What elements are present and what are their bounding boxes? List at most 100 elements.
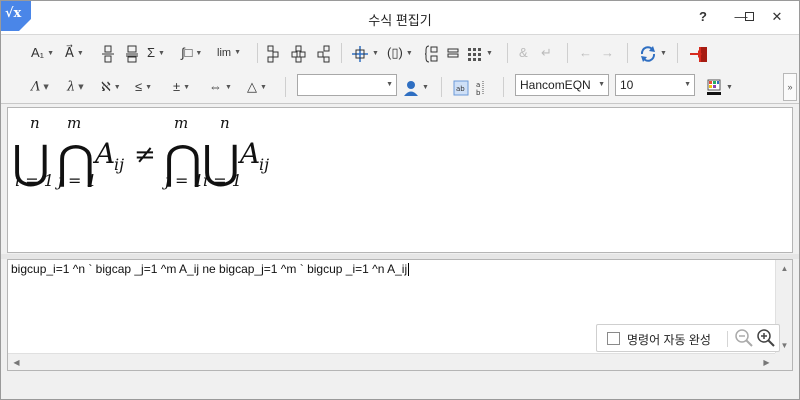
misc-symbol-button[interactable]: △ ▼: [247, 75, 267, 99]
stack-button[interactable]: [125, 41, 139, 65]
superscript-n: n: [30, 114, 40, 132]
newline-button[interactable]: ↵: [541, 41, 552, 65]
svg-text:a: a: [476, 81, 480, 89]
matrix-icon: [468, 47, 481, 61]
script-editor[interactable]: bigcup_i=1 ^n ` bigcap _j=1 ^m A_ij ne b…: [7, 259, 793, 371]
arrow-symbol-button[interactable]: ⇔ ▼: [209, 75, 232, 99]
case-button[interactable]: [424, 41, 439, 65]
center-layout-button[interactable]: [291, 41, 307, 65]
subscript-j-eq-1: j = 1: [162, 171, 204, 190]
zoom-out-icon[interactable]: [733, 327, 755, 349]
panel-separator: [727, 331, 728, 347]
horizontal-scrollbar[interactable]: ◀ ▶: [8, 353, 775, 370]
redo-arrow-button[interactable]: →: [601, 41, 614, 65]
autocomplete-label: 명령어 자동 완성: [627, 333, 711, 347]
layout-left-icon: [267, 45, 279, 63]
stack-icon: [126, 45, 138, 63]
svg-text:b: b: [476, 89, 481, 97]
toolbar-separator: [627, 43, 628, 63]
special-symbol-button[interactable]: ℵ ▼: [101, 75, 121, 99]
subscript-i-eq-1: i = 1: [203, 171, 242, 190]
double-arrow-icon: ⇔: [209, 79, 222, 94]
toolbar-separator: [503, 77, 504, 97]
text-color-button[interactable]: ▼: [705, 75, 733, 99]
greek-lower-button[interactable]: λ ▼: [67, 75, 84, 99]
equation-editor-window: √x 수식 편집기 ? — ✕ A₁▼ A⃗▼ Σ▼ ∫□▼ lim▼: [0, 0, 800, 400]
less-equal-icon: ≤: [135, 79, 143, 94]
maximize-icon: [744, 12, 754, 22]
window-title: 수식 편집기: [368, 13, 432, 28]
maximize-button[interactable]: [737, 6, 761, 28]
font-name-value: HancomEQN: [520, 78, 591, 92]
fraction-icon: [102, 45, 114, 63]
toolbar-separator: [507, 43, 508, 63]
text-cursor: [408, 263, 410, 277]
layout-right-icon: [317, 45, 330, 63]
toolbar-separator: [677, 43, 678, 63]
expand-arrows-icon: [352, 45, 368, 62]
vertical-stack-button[interactable]: [447, 41, 459, 65]
vector-icon: A⃗: [65, 45, 74, 60]
operator-button[interactable]: ± ▼: [173, 75, 190, 99]
chevron-down-icon: »: [787, 82, 793, 92]
svg-text:ab: ab: [456, 85, 465, 93]
superscript-m: m: [174, 114, 188, 132]
refresh-icon: [640, 45, 656, 62]
not-equal-symbol: ≠: [134, 140, 156, 170]
sum-icon: Σ: [147, 45, 156, 60]
subscript-ij: ij: [114, 155, 124, 174]
exit-door-icon: [690, 46, 707, 62]
toolbar-separator: [285, 77, 286, 97]
variable-a: A: [237, 137, 260, 170]
toolbar-row-2: Λ ▼ λ ▼ ℵ ▼ ≤ ▼ ± ▼ ⇔ ▼ △ ▼ ▼ ▼ ab ab HancomEQN…: [1, 71, 781, 103]
integral-button[interactable]: ∫□ ▼: [181, 41, 202, 65]
plus-minus-icon: ±: [173, 79, 181, 94]
convert-button[interactable]: ▼: [639, 41, 667, 65]
aleph-icon: ℵ: [101, 79, 111, 94]
preview-toggle-icon: ab: [453, 80, 469, 96]
scroll-right-icon[interactable]: ▶: [758, 354, 775, 371]
scrollbar-corner: [775, 353, 792, 370]
formula-preview[interactable]: n ⋃ i = 1 m ⋂ j = 1 A ij ≠ m ⋂ j = 1 n ⋃…: [7, 107, 793, 253]
scroll-up-icon[interactable]: ▲: [776, 260, 793, 277]
fraction-button[interactable]: [101, 41, 115, 65]
subscript-layout-button[interactable]: [267, 41, 283, 65]
superscript-n: n: [220, 114, 230, 132]
sum-button[interactable]: Σ ▼: [147, 41, 165, 65]
matrix-button[interactable]: ▼: [467, 41, 493, 65]
zoom-in-icon[interactable]: [755, 327, 777, 349]
greek-upper-button[interactable]: Λ ▼: [31, 75, 49, 99]
close-button[interactable]: ✕: [765, 6, 789, 28]
script-content: bigcup_i=1 ^n ` bigcap _j=1 ^m A_ij ne b…: [11, 262, 408, 276]
relation-button[interactable]: ≤ ▼: [135, 75, 152, 99]
subscript-i-eq-1: i = 1: [15, 171, 54, 190]
toggle-spacing-button[interactable]: ab: [475, 75, 489, 99]
triangle-icon: △: [247, 79, 257, 94]
toolbar-separator: [257, 43, 258, 63]
user-macro-button[interactable]: ▼: [403, 75, 429, 99]
font-name-combo[interactable]: HancomEQN ▼: [515, 74, 609, 96]
autocomplete-checkbox[interactable]: [607, 332, 620, 345]
person-icon: [404, 80, 418, 96]
scroll-left-icon[interactable]: ◀: [8, 354, 25, 371]
script-text[interactable]: bigcup_i=1 ^n ` bigcap _j=1 ^m A_ij ne b…: [11, 260, 410, 278]
subscript-ij: ij: [259, 155, 269, 174]
help-button[interactable]: ?: [691, 6, 715, 28]
status-bar: [1, 373, 799, 399]
undo-arrow-button[interactable]: ←: [579, 41, 592, 65]
arrow-layout-button[interactable]: ▼: [351, 41, 379, 65]
formula-render: n ⋃ i = 1 m ⋂ j = 1 A ij ≠ m ⋂ j = 1 n ⋃…: [12, 114, 269, 190]
ampersand-button[interactable]: &: [519, 41, 528, 65]
decoration-button[interactable]: A⃗ ▼: [65, 41, 84, 65]
toolbar-overflow-button[interactable]: »: [783, 73, 797, 101]
insert-exit-button[interactable]: [689, 41, 709, 65]
lambda-lower-icon: λ: [67, 79, 76, 95]
style-combo[interactable]: ▼: [297, 74, 397, 96]
bracket-button[interactable]: (▯) ▼: [387, 41, 413, 65]
color-palette-icon: [707, 79, 721, 95]
toggle-preview-button[interactable]: ab: [453, 75, 469, 99]
limit-button[interactable]: lim ▼: [217, 41, 241, 65]
font-size-combo[interactable]: 10 ▼: [615, 74, 695, 96]
right-layout-button[interactable]: [315, 41, 331, 65]
font-size-script-button[interactable]: A₁ ▼: [31, 41, 54, 65]
